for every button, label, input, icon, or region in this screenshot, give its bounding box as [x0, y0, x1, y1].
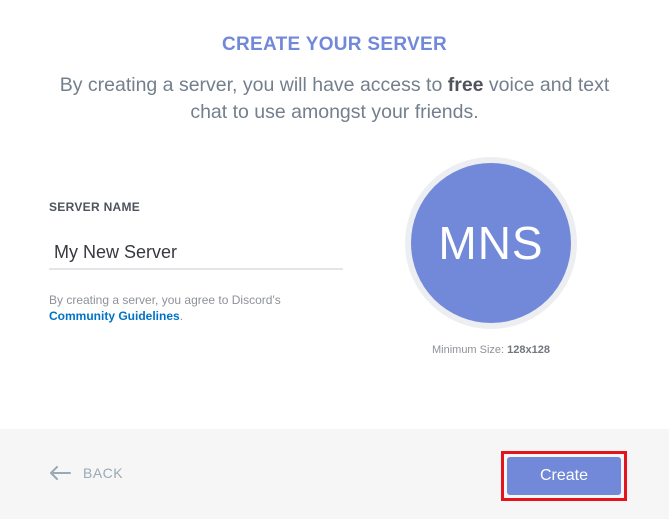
create-button-highlight: Create [501, 451, 627, 501]
server-name-label: SERVER NAME [49, 200, 141, 214]
page-title: CREATE YOUR SERVER [221, 34, 447, 55]
back-label: BACK [83, 465, 124, 481]
create-button[interactable]: Create [507, 457, 621, 495]
modal-footer: BACK Create [0, 429, 669, 519]
min-size-label: Minimum Size: [431, 344, 508, 356]
agreement-text-start: By creating a server, you agree to Disco… [49, 293, 281, 307]
page-subtitle: By creating a server, you will have acce… [40, 72, 629, 126]
subtitle-bold-free: free [447, 74, 484, 96]
server-icon-initials: MNS [438, 217, 544, 269]
community-guidelines-link[interactable]: Community Guidelines [49, 309, 180, 323]
create-server-modal: CREATE YOUR SERVER By creating a server,… [0, 0, 669, 519]
server-name-form: SERVER NAME By creating a server, you ag… [49, 200, 343, 324]
arrow-left-icon [50, 466, 71, 480]
minimum-size-hint: Minimum Size: 128x128 [405, 344, 577, 356]
agreement-text-end: . [179, 309, 184, 323]
agreement-text: By creating a server, you agree to Disco… [49, 292, 343, 324]
back-button[interactable]: BACK [49, 465, 123, 481]
subtitle-text-start: By creating a server, you will have acce… [59, 74, 448, 96]
server-icon-uploader: MNS [405, 157, 577, 329]
min-size-value: 128x128 [507, 344, 550, 356]
server-icon-upload-button[interactable]: MNS [411, 163, 571, 323]
server-name-input[interactable] [49, 236, 343, 270]
